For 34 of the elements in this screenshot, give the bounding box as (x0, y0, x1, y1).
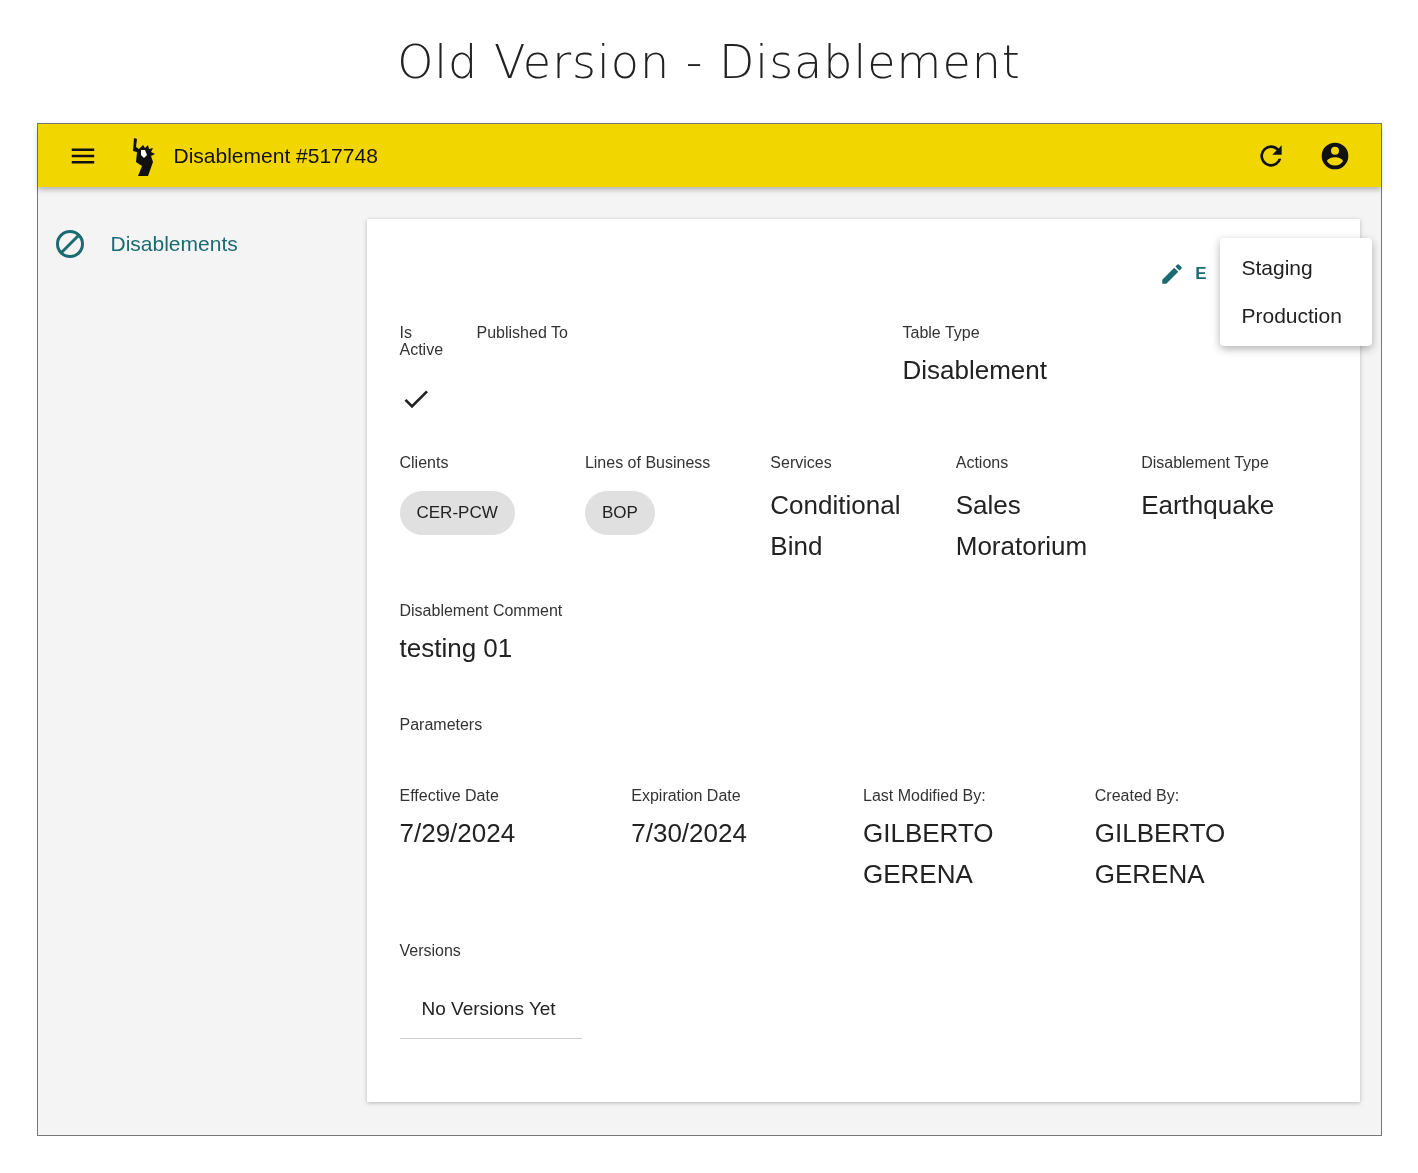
field-value: Sales Moratorium (955, 489, 1089, 564)
field-label: Published To (476, 325, 569, 342)
field-value: Disablement (902, 353, 1047, 387)
menu-item[interactable]: Staging (1219, 244, 1372, 293)
field-label: Disablement Type (1141, 454, 1270, 472)
field-value: GILBERTO GERENA (863, 816, 995, 891)
field-label: Clients (399, 454, 450, 472)
field-label: Created By: (1094, 788, 1181, 805)
field-label: Last Modified By: (863, 788, 987, 805)
field-value: Earthquake (1141, 489, 1276, 523)
field-label: Expiration Date (631, 788, 742, 805)
field-value: testing 01 (399, 632, 514, 666)
section-label: Parameters (399, 717, 484, 734)
chip: CER-PCW (399, 491, 515, 536)
field-value: 7/29/2024 (399, 816, 517, 850)
field-value: 7/30/2024 (631, 816, 748, 850)
sidebar-item[interactable]: Disablements (37, 229, 367, 259)
chip: BOP (584, 491, 655, 536)
section-label: Versions (399, 942, 462, 960)
edit-button[interactable]: E (1159, 261, 1207, 287)
app-title: Disablement #517748 (173, 143, 378, 168)
menu-item[interactable]: Production (1219, 292, 1372, 341)
page-title: Old Version - Disablement (397, 34, 1021, 91)
field-value: GILBERTO GERENA (1094, 816, 1227, 891)
block-icon (54, 229, 85, 259)
field-label: Services (770, 454, 833, 472)
field-label: Actions (955, 454, 1010, 472)
empty-state-text: No Versions Yet (399, 959, 582, 1039)
field-value: Conditional Bind (770, 489, 902, 564)
field-label: Is Active (399, 325, 445, 359)
field-label: Lines of Business (584, 454, 712, 472)
field-label: Effective Date (399, 788, 500, 805)
field-label: Disablement Comment (399, 603, 564, 621)
field-label: Table Type (902, 325, 981, 342)
